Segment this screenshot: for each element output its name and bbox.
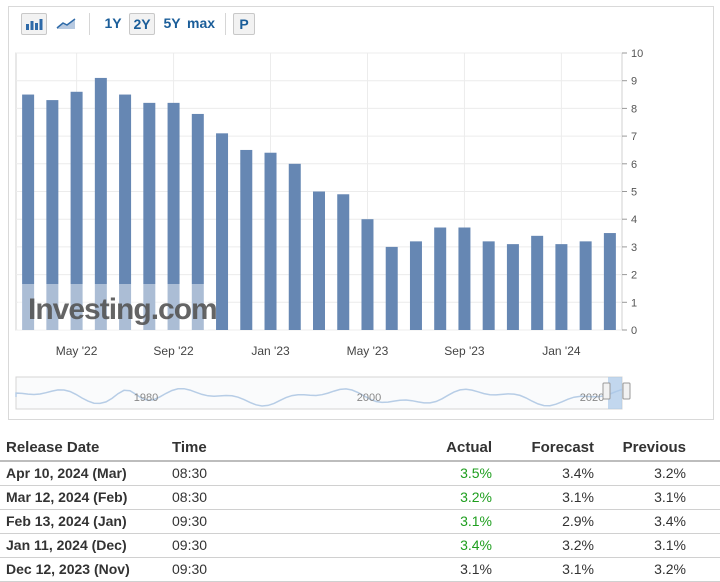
bar (361, 219, 374, 330)
bar (603, 233, 616, 330)
table-header-row: Release Date Time Actual Forecast Previo… (0, 434, 720, 462)
forecast-cell: 3.1% (562, 489, 594, 505)
bar (216, 133, 229, 330)
bar (313, 191, 325, 330)
x-tick-label: Jan '23 (251, 344, 290, 358)
bar (409, 241, 422, 330)
forecast-cell: 2.9% (562, 513, 594, 529)
actual-cell: 3.2% (460, 489, 492, 505)
x-tick-label: May '23 (347, 344, 389, 358)
x-tick-label: Sep '23 (444, 344, 485, 358)
bar-chart: 0 1 2 3 4 5 6 7 8 9 10 May '22 Sep '22 Jan '23 May '23… (15, 48, 643, 410)
header-previous: Previous (622, 439, 686, 456)
y-tick-label: 9 (631, 76, 637, 88)
bar (506, 244, 519, 330)
release-date-cell: Apr 10, 2024 (Mar) (6, 465, 127, 481)
release-date-cell: Mar 12, 2024 (Feb) (6, 489, 128, 505)
y-tick-label: 5 (631, 187, 637, 199)
header-forecast: Forecast (531, 439, 594, 456)
table-row: Dec 12, 2023 (Nov) 09:30 3.1% 3.1% 3.2% (0, 558, 720, 582)
time-cell: 08:30 (172, 465, 208, 481)
time-cell: 09:30 (172, 537, 208, 553)
navigator-year-label: 2000 (357, 392, 381, 404)
bar (288, 163, 301, 330)
bar (337, 194, 350, 330)
navigator-handle-right[interactable] (622, 382, 631, 400)
previous-cell: 3.4% (654, 513, 686, 529)
table-row: Jan 11, 2024 (Dec) 09:30 3.4% 3.2% 3.1% (0, 534, 720, 558)
bar (579, 241, 592, 330)
table-row: Mar 12, 2024 (Feb) 08:30 3.2% 3.1% 3.1% (0, 486, 720, 510)
table-row: Apr 10, 2024 (Mar) 08:30 3.5% 3.4% 3.2% (0, 462, 720, 486)
navigator-frame (15, 376, 623, 410)
previous-cell: 3.2% (654, 561, 686, 577)
navigator-handle-left[interactable] (602, 382, 611, 400)
time-cell: 09:30 (172, 561, 208, 577)
x-tick-label: Jan '24 (542, 344, 581, 358)
actual-cell: 3.1% (460, 513, 492, 529)
header-release-date: Release Date (6, 439, 100, 456)
bar (555, 244, 568, 330)
chart-widget: 1Y 2Y 5Y max P 0 1 2 3 4 5 6 7 8 9 10 May '22 Sep '2… (8, 6, 714, 420)
y-tick-label: 0 (631, 325, 637, 337)
y-tick-label: 3 (631, 242, 637, 254)
y-tick-label: 10 (631, 48, 643, 60)
previous-cell: 3.2% (654, 465, 686, 481)
bar (458, 227, 471, 330)
y-tick-label: 2 (631, 270, 637, 282)
navigator-year-label: 2020 (580, 392, 604, 404)
forecast-cell: 3.4% (562, 465, 594, 481)
header-time: Time (172, 439, 207, 456)
release-table: Release Date Time Actual Forecast Previo… (0, 434, 720, 582)
bar (240, 149, 253, 330)
bar (264, 152, 277, 330)
x-tick-label: Sep '22 (153, 344, 194, 358)
x-tick-label: May '22 (56, 344, 98, 358)
watermark-logo: Investing.com (28, 293, 217, 326)
bar (434, 227, 447, 330)
actual-cell: 3.5% (460, 465, 492, 481)
bar (531, 235, 544, 330)
y-tick-label: 6 (631, 159, 637, 171)
y-tick-label: 1 (631, 297, 637, 309)
previous-cell: 3.1% (654, 537, 686, 553)
navigator-year-label: 1980 (134, 392, 158, 404)
previous-cell: 3.1% (654, 489, 686, 505)
y-tick-label: 8 (631, 103, 637, 115)
bar (385, 246, 398, 330)
time-cell: 09:30 (172, 513, 208, 529)
release-date-cell: Feb 13, 2024 (Jan) (6, 513, 127, 529)
y-tick-label: 4 (631, 214, 637, 226)
header-actual: Actual (446, 439, 492, 456)
table-row: Feb 13, 2024 (Jan) 09:30 3.1% 2.9% 3.4% (0, 510, 720, 534)
bar (482, 241, 495, 330)
forecast-cell: 3.1% (562, 561, 594, 577)
actual-cell: 3.1% (460, 561, 492, 577)
forecast-cell: 3.2% (562, 537, 594, 553)
y-tick-label: 7 (631, 131, 637, 143)
release-date-cell: Dec 12, 2023 (Nov) (6, 561, 130, 577)
time-cell: 08:30 (172, 489, 208, 505)
actual-cell: 3.4% (460, 537, 492, 553)
release-date-cell: Jan 11, 2024 (Dec) (6, 537, 127, 553)
